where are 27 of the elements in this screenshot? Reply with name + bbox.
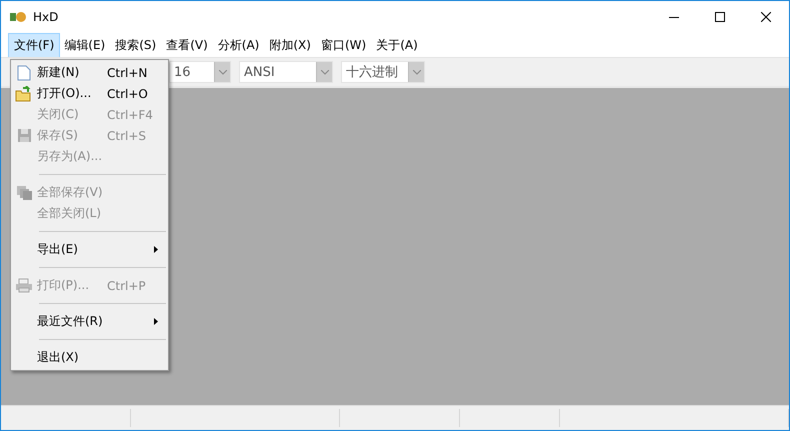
menu-entry[interactable]: 新建(N) Ctrl+N — [11, 62, 168, 83]
menu-item[interactable]: 窗口(W) — [316, 34, 372, 56]
menu-item[interactable]: 附加(X) — [264, 34, 316, 56]
menu-entry[interactable]: 打开(O)... Ctrl+O — [11, 83, 168, 104]
window-title: HxD — [33, 10, 58, 24]
menu-entry[interactable]: 导出(E) — [11, 239, 168, 260]
dropdown[interactable]: ANSI — [239, 61, 333, 83]
caret-icon — [412, 70, 420, 74]
menu-item[interactable]: 分析(A) — [212, 34, 264, 56]
menu-item[interactable]: 文件(F) — [9, 34, 60, 56]
dropdown[interactable]: 16 — [169, 61, 231, 83]
caret-icon — [320, 70, 328, 74]
app-logo-icon — [9, 10, 27, 24]
printer-icon — [15, 278, 33, 293]
menu-item[interactable]: 搜索(S) — [110, 34, 162, 56]
menu-entry[interactable]: 最近文件(R) — [11, 311, 168, 332]
stacked-disks-icon — [16, 184, 32, 200]
dropdown[interactable]: 十六进制 — [341, 61, 425, 83]
menu-item[interactable]: 查看(V) — [161, 34, 213, 56]
caret-icon — [218, 70, 226, 74]
menu-entry[interactable]: 退出(X) — [11, 347, 168, 368]
document-icon — [17, 64, 31, 80]
menu-item[interactable]: 编辑(E) — [59, 34, 110, 56]
close-icon — [761, 12, 771, 22]
maximize-icon — [715, 12, 725, 22]
menu-item[interactable]: 关于(A) — [371, 34, 423, 56]
folder-icon — [15, 86, 33, 102]
